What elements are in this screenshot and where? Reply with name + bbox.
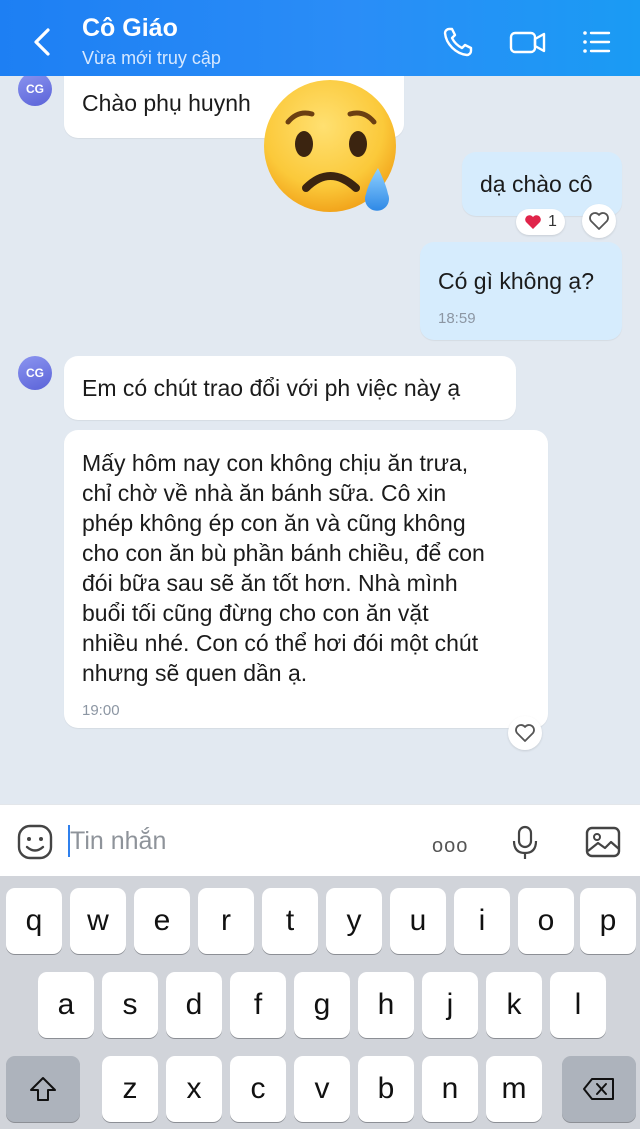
key-k[interactable]: k bbox=[486, 972, 542, 1038]
microphone-icon[interactable] bbox=[506, 823, 544, 861]
key-b[interactable]: b bbox=[358, 1056, 414, 1122]
key-z[interactable]: z bbox=[102, 1056, 158, 1122]
key-g[interactable]: g bbox=[294, 972, 350, 1038]
reaction-number: 1 bbox=[548, 213, 557, 230]
key-w[interactable]: w bbox=[70, 888, 126, 954]
sad-tear-face-icon bbox=[264, 80, 396, 212]
message-line: đói bữa sau sẽ ăn tốt hơn. Nhà mình bbox=[82, 570, 458, 596]
key-u[interactable]: u bbox=[390, 888, 446, 954]
react-heart-button[interactable] bbox=[582, 204, 616, 238]
message-text: Chào phụ huynh bbox=[82, 90, 251, 116]
message-text: Em có chút trao đổi với ph việc này ạ bbox=[82, 375, 461, 401]
image-icon[interactable] bbox=[584, 823, 622, 861]
more-options-button[interactable]: ooo bbox=[432, 835, 468, 858]
key-l[interactable]: l bbox=[550, 972, 606, 1038]
chat-header: Cô Giáo Vừa mới truy cập bbox=[0, 0, 640, 76]
message-list[interactable]: CG Chào phụ huynh dạ chào cô 1 Có gì khô… bbox=[0, 76, 640, 804]
key-v[interactable]: v bbox=[294, 1056, 350, 1122]
message-time: 18:59 bbox=[438, 310, 476, 327]
red-heart-icon bbox=[525, 215, 541, 229]
message-time: 19:00 bbox=[82, 702, 120, 719]
key-p[interactable]: p bbox=[580, 888, 636, 954]
phone-icon[interactable] bbox=[440, 24, 476, 60]
react-heart-button[interactable] bbox=[508, 716, 542, 750]
list-menu-icon[interactable] bbox=[578, 24, 614, 60]
message-line: nhưng sẽ quen dần ạ. bbox=[82, 660, 308, 686]
message-line: Mấy hôm nay con không chịu ăn trưa, bbox=[82, 450, 469, 476]
key-n[interactable]: n bbox=[422, 1056, 478, 1122]
key-r[interactable]: r bbox=[198, 888, 254, 954]
incoming-message[interactable]: Mấy hôm nay con không chịu ăn trưa, chỉ … bbox=[64, 430, 548, 728]
key-y[interactable]: y bbox=[326, 888, 382, 954]
contact-name[interactable]: Cô Giáo bbox=[82, 14, 178, 43]
key-f[interactable]: f bbox=[230, 972, 286, 1038]
key-x[interactable]: x bbox=[166, 1056, 222, 1122]
avatar[interactable]: CG bbox=[18, 356, 52, 390]
incoming-message[interactable]: Em có chút trao đổi với ph việc này ạ bbox=[64, 356, 516, 420]
heart-outline-icon bbox=[589, 212, 609, 230]
message-input-bar: Tin nhắn ooo bbox=[0, 804, 640, 876]
key-t[interactable]: t bbox=[262, 888, 318, 954]
key-m[interactable]: m bbox=[486, 1056, 542, 1122]
outgoing-message[interactable]: Có gì không ạ? 18:59 bbox=[420, 242, 622, 340]
smiley-sticker-icon[interactable] bbox=[16, 823, 54, 861]
message-input[interactable]: Tin nhắn bbox=[70, 827, 166, 856]
key-i[interactable]: i bbox=[454, 888, 510, 954]
key-a[interactable]: a bbox=[38, 972, 94, 1038]
video-camera-icon[interactable] bbox=[508, 24, 548, 60]
avatar[interactable]: CG bbox=[18, 76, 52, 106]
message-line: chỉ chờ về nhà ăn bánh sữa. Cô xin bbox=[82, 480, 447, 506]
delete-key[interactable] bbox=[562, 1056, 636, 1122]
heart-outline-icon bbox=[515, 724, 535, 742]
virtual-keyboard: q w e r t y u i o p a s d f g h j k l z … bbox=[0, 876, 640, 1129]
key-o[interactable]: o bbox=[518, 888, 574, 954]
shift-icon bbox=[30, 1077, 56, 1101]
message-line: nhiều nhé. Con có thể hơi đói một chút bbox=[82, 630, 479, 656]
key-j[interactable]: j bbox=[422, 972, 478, 1038]
key-s[interactable]: s bbox=[102, 972, 158, 1038]
message-line: cho con ăn bù phần bánh chiều, để con bbox=[82, 540, 485, 566]
contact-status: Vừa mới truy cập bbox=[82, 48, 221, 68]
reaction-count[interactable]: 1 bbox=[516, 209, 565, 235]
key-c[interactable]: c bbox=[230, 1056, 286, 1122]
key-d[interactable]: d bbox=[166, 972, 222, 1038]
key-q[interactable]: q bbox=[6, 888, 62, 954]
message-text: dạ chào cô bbox=[480, 171, 593, 197]
backspace-icon bbox=[583, 1078, 614, 1100]
message-text: Có gì không ạ? bbox=[438, 268, 595, 294]
shift-key[interactable] bbox=[6, 1056, 80, 1122]
key-e[interactable]: e bbox=[134, 888, 190, 954]
key-h[interactable]: h bbox=[358, 972, 414, 1038]
chevron-left-icon[interactable] bbox=[28, 24, 58, 60]
message-line: phép không ép con ăn và cũng không bbox=[82, 510, 466, 536]
message-line: buổi tối cũng đừng cho con ăn vặt bbox=[82, 600, 429, 626]
